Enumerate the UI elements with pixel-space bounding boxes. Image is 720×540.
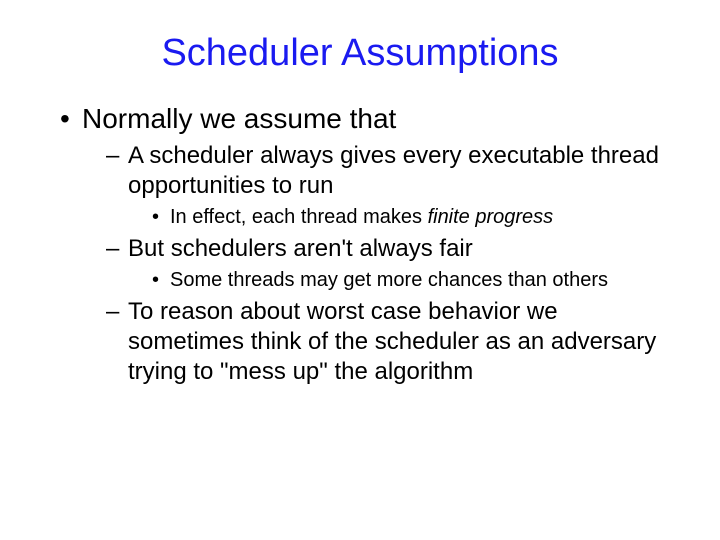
bullet-list: Normally we assume that A scheduler alwa… [60, 103, 660, 387]
sub-bullet-item: A scheduler always gives every executabl… [106, 141, 660, 230]
subsub-bullet-text: In effect, each thread makes [170, 206, 428, 228]
subsub-bullet-text: Some threads may get more chances than o… [170, 269, 608, 291]
slide-title: Scheduler Assumptions [40, 32, 680, 75]
subsub-bullet-item: Some threads may get more chances than o… [152, 268, 660, 293]
subsub-bullet-item: In effect, each thread makes finite prog… [152, 205, 660, 230]
subsub-bullet-list: In effect, each thread makes finite prog… [152, 205, 660, 230]
sub-bullet-text: But schedulers aren't always fair [128, 235, 473, 262]
subsub-bullet-list: Some threads may get more chances than o… [152, 268, 660, 293]
bullet-text: Normally we assume that [82, 103, 396, 134]
sub-bullet-list: A scheduler always gives every executabl… [106, 141, 660, 387]
bullet-item: Normally we assume that A scheduler alwa… [60, 103, 660, 387]
sub-bullet-item: To reason about worst case behavior we s… [106, 297, 660, 387]
subsub-bullet-em: finite progress [428, 206, 554, 228]
sub-bullet-text: To reason about worst case behavior we s… [128, 298, 656, 385]
sub-bullet-text: A scheduler always gives every executabl… [128, 142, 659, 199]
sub-bullet-item: But schedulers aren't always fair Some t… [106, 234, 660, 293]
slide: Scheduler Assumptions Normally we assume… [0, 0, 720, 540]
